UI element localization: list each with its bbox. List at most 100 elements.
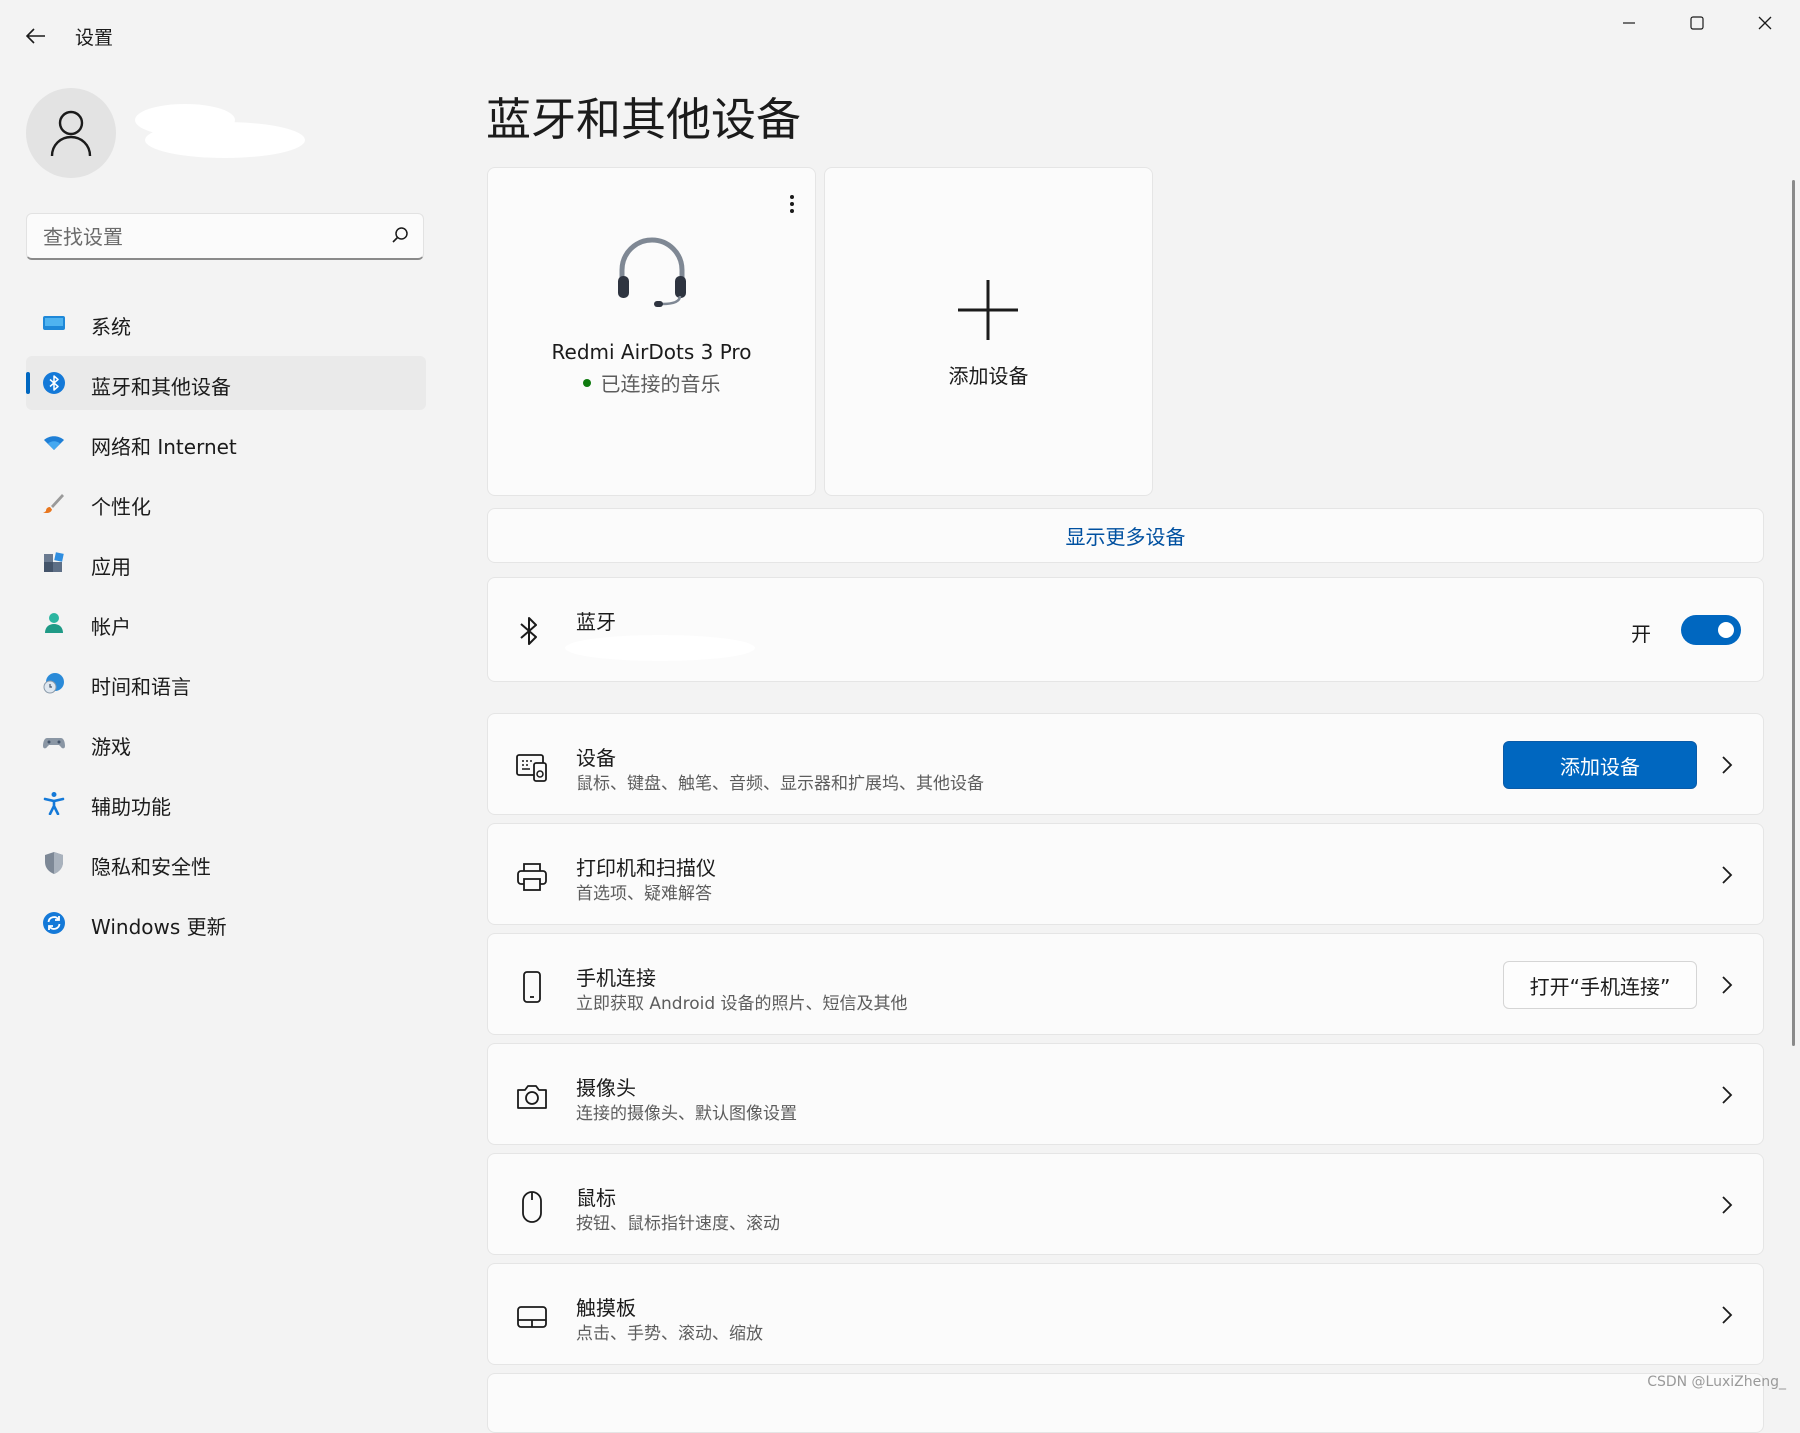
- sidebar-item-label: 帐户: [91, 615, 131, 639]
- sidebar-item-label: 系统: [91, 315, 131, 339]
- add-device-card[interactable]: 添加设备: [824, 167, 1153, 496]
- row-title: 设备: [576, 746, 616, 770]
- row-title: 手机连接: [576, 966, 656, 990]
- row-subtitle: 点击、手势、滚动、缩放: [576, 1324, 763, 1344]
- settings-row-mouse[interactable]: 鼠标 按钮、鼠标指针速度、滚动: [487, 1153, 1764, 1255]
- account-icon: [45, 613, 63, 633]
- user-name-redacted: [125, 100, 305, 160]
- sidebar-item-label: 游戏: [91, 735, 131, 759]
- sidebar-item-label: 时间和语言: [91, 675, 191, 699]
- bluetooth-icon: [520, 617, 537, 645]
- sidebar-item-windows-update[interactable]: Windows 更新: [26, 896, 426, 950]
- sidebar-item-accessibility[interactable]: 辅助功能: [26, 776, 426, 830]
- minimize-button[interactable]: [1595, 0, 1663, 46]
- maximize-button[interactable]: [1663, 0, 1731, 46]
- bluetooth-device-name-redacted: [565, 635, 755, 661]
- chevron-right-icon: [1722, 866, 1733, 884]
- gamepad-icon: [43, 738, 65, 749]
- device-status-text: 已连接的音乐: [600, 372, 721, 396]
- headphones-icon: [618, 237, 686, 307]
- bluetooth-row: 蓝牙 开: [487, 577, 1764, 682]
- row-title: 触摸板: [576, 1296, 636, 1320]
- device-status: 已连接的音乐: [488, 368, 815, 397]
- search-box[interactable]: [26, 213, 424, 260]
- row-subtitle: 首选项、疑难解答: [576, 884, 712, 904]
- scrollbar-thumb[interactable]: [1792, 180, 1795, 1046]
- bluetooth-toggle[interactable]: [1681, 615, 1741, 645]
- title-bar: 设置: [0, 0, 1800, 70]
- chevron-right-icon: [1722, 1086, 1733, 1104]
- app-title: 设置: [75, 27, 114, 49]
- sidebar-item-accounts[interactable]: 帐户: [26, 596, 426, 650]
- settings-row-devices[interactable]: 设备 鼠标、键盘、触笔、音频、显示器和扩展坞、其他设备 添加设备: [487, 713, 1764, 815]
- user-icon: [50, 110, 92, 157]
- chevron-right-icon: [1722, 976, 1733, 994]
- wifi-icon: [44, 436, 64, 450]
- show-more-devices-label: 显示更多设备: [1065, 525, 1186, 549]
- sidebar-item-label: 隐私和安全性: [91, 855, 211, 879]
- row-subtitle: 按钮、鼠标指针速度、滚动: [576, 1214, 780, 1234]
- apps-icon: [44, 552, 64, 572]
- sidebar-item-label: 蓝牙和其他设备: [91, 375, 231, 399]
- touchpad-icon: [517, 1306, 547, 1328]
- bluetooth-state-label: 开: [1631, 622, 1651, 646]
- close-icon: [1758, 16, 1772, 30]
- sidebar-item-bluetooth[interactable]: 蓝牙和其他设备: [26, 356, 426, 410]
- row-subtitle: 立即获取 Android 设备的照片、短信及其他: [576, 994, 908, 1014]
- add-device-button[interactable]: 添加设备: [1503, 741, 1697, 789]
- sidebar-item-time-language[interactable]: 时间和语言: [26, 656, 426, 710]
- close-button[interactable]: [1731, 0, 1799, 46]
- sidebar-item-network[interactable]: 网络和 Internet: [26, 416, 426, 470]
- mouse-icon: [522, 1191, 542, 1223]
- row-title: 打印机和扫描仪: [576, 856, 716, 880]
- monitor-icon: [43, 316, 65, 330]
- sidebar-item-label: 网络和 Internet: [91, 435, 237, 459]
- phone-icon: [523, 971, 541, 1003]
- sidebar-item-apps[interactable]: 应用: [26, 536, 426, 590]
- camera-icon: [517, 1085, 547, 1109]
- row-title: 摄像头: [576, 1076, 636, 1100]
- page-title: 蓝牙和其他设备: [486, 93, 802, 146]
- settings-row-printers[interactable]: 打印机和扫描仪 首选项、疑难解答: [487, 823, 1764, 925]
- maximize-icon: [1690, 16, 1704, 30]
- row-subtitle: 鼠标、键盘、触笔、音频、显示器和扩展坞、其他设备: [576, 774, 984, 794]
- sidebar-item-label: 个性化: [91, 495, 151, 519]
- back-arrow-icon: [26, 28, 45, 44]
- sidebar-item-label: Windows 更新: [91, 915, 227, 939]
- sidebar-item-privacy[interactable]: 隐私和安全性: [26, 836, 426, 890]
- settings-row-touchpad[interactable]: 触摸板 点击、手势、滚动、缩放: [487, 1263, 1764, 1365]
- toggle-knob: [1718, 622, 1734, 638]
- update-icon: [43, 912, 65, 934]
- chevron-right-icon: [1722, 756, 1733, 774]
- more-options-icon[interactable]: [789, 194, 795, 214]
- search-icon[interactable]: [391, 226, 409, 244]
- accessibility-icon: [43, 792, 65, 815]
- avatar[interactable]: [26, 88, 116, 178]
- globe-clock-icon: [43, 673, 64, 694]
- device-card[interactable]: Redmi AirDots 3 Pro 已连接的音乐: [487, 167, 816, 496]
- watermark: CSDN @LuxiZheng_: [1647, 1374, 1786, 1390]
- sidebar-item-system[interactable]: 系统: [26, 296, 426, 350]
- back-button[interactable]: [20, 20, 52, 52]
- device-name: Redmi AirDots 3 Pro: [551, 340, 752, 364]
- settings-row-partial[interactable]: [487, 1373, 1764, 1433]
- sidebar-item-gaming[interactable]: 游戏: [26, 716, 426, 770]
- plus-icon: [958, 280, 1018, 340]
- open-phone-link-button[interactable]: 打开“手机连接”: [1503, 961, 1697, 1009]
- paintbrush-icon: [43, 494, 64, 514]
- row-subtitle: 连接的摄像头、默认图像设置: [576, 1104, 797, 1124]
- sidebar-item-label: 应用: [91, 555, 131, 579]
- chevron-right-icon: [1722, 1306, 1733, 1324]
- minimize-icon: [1623, 22, 1635, 24]
- printer-icon: [517, 863, 547, 891]
- search-input[interactable]: [41, 214, 385, 259]
- sidebar-item-label: 辅助功能: [91, 795, 171, 819]
- settings-row-camera[interactable]: 摄像头 连接的摄像头、默认图像设置: [487, 1043, 1764, 1145]
- settings-row-phone-link[interactable]: 手机连接 立即获取 Android 设备的照片、短信及其他 打开“手机连接”: [487, 933, 1764, 1035]
- show-more-devices-button[interactable]: 显示更多设备: [487, 508, 1764, 563]
- add-device-card-label: 添加设备: [948, 364, 1029, 388]
- connected-status-dot: [582, 378, 591, 387]
- sidebar-item-personalization[interactable]: 个性化: [26, 476, 426, 530]
- devices-icon: [516, 754, 547, 782]
- shield-icon: [45, 852, 63, 874]
